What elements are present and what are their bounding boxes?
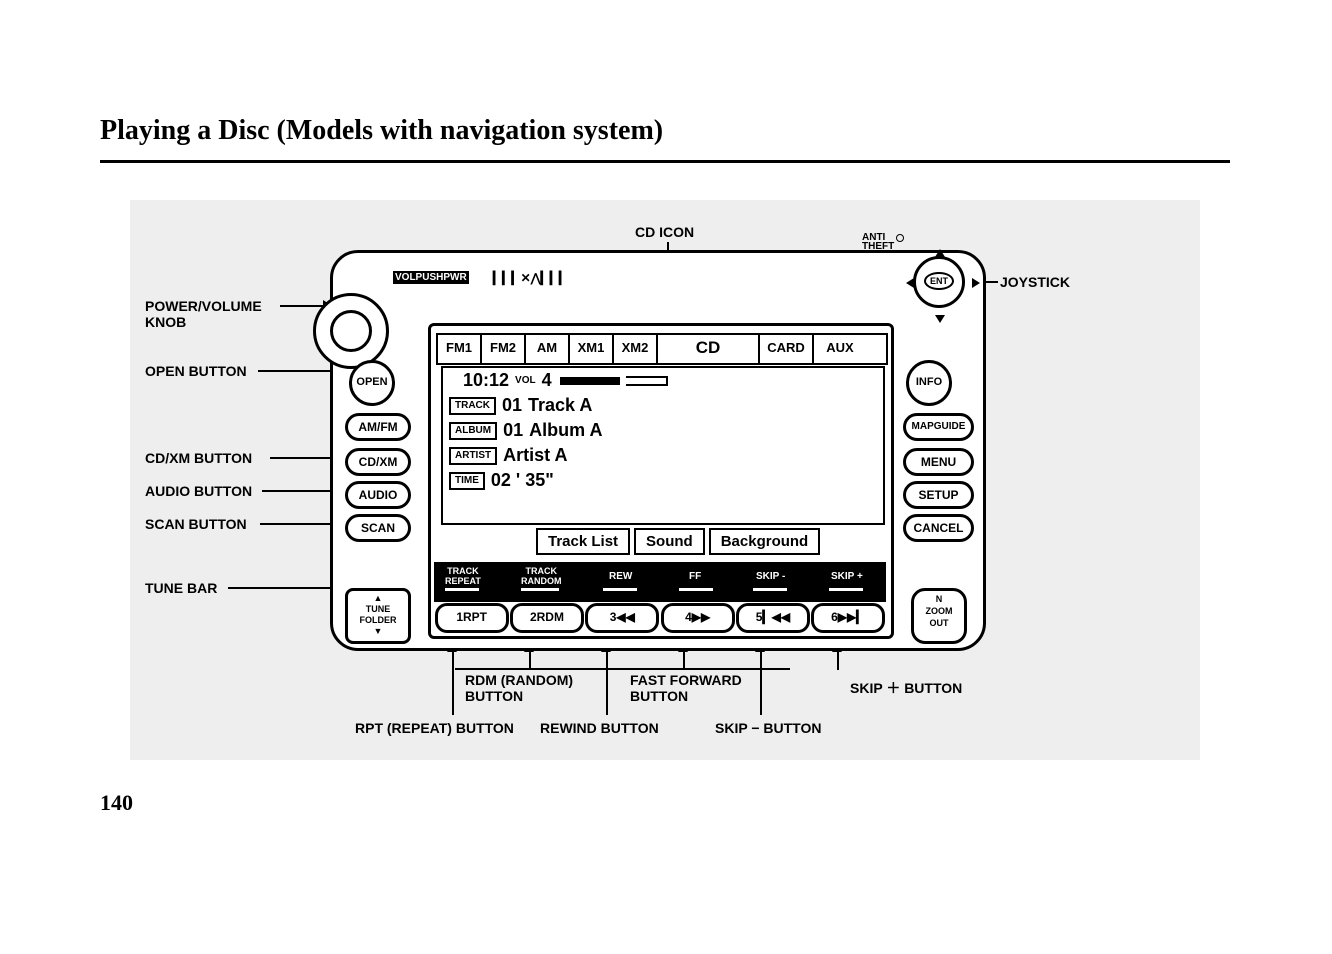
track-tag: TRACK [449,397,496,415]
tab-xm2[interactable]: XM2 [614,335,658,363]
callout-tune-bar: TUNE BAR [145,580,217,596]
tab-am[interactable]: AM [526,335,570,363]
audio-button[interactable]: AUDIO [345,481,411,509]
diagram: CD ICON POWER/VOLUME KNOB OPEN BUTTON CD… [130,200,1200,760]
screen-bottom-tabs: Track List Sound Background [536,528,820,555]
tracklist-button[interactable]: Track List [536,528,630,555]
label-ff: FF [689,571,701,582]
vol-push-pwr-label: VOLPUSHPWR [393,271,469,284]
callout-rdm: RDM (RANDOM) BUTTON [465,672,573,704]
tune-folder-bar[interactable]: ▲ TUNE FOLDER ▼ [345,588,411,644]
display-screen: FM1 FM2 AM XM1 XM2 CD CARD AUX 10:12 VOL… [428,323,894,639]
anti-theft-led [896,234,904,242]
joystick-ent[interactable]: ENT [913,256,965,308]
label-skip-minus: SKIP - [756,571,785,582]
vol-value: 4 [542,370,552,391]
page-title: Playing a Disc (Models with navigation s… [100,115,663,147]
tab-xm1[interactable]: XM1 [570,335,614,363]
tab-cd[interactable]: CD [658,335,760,363]
callout-scan: SCAN BUTTON [145,516,247,532]
track-num: 01 [502,395,522,416]
label-skip-plus: SKIP + [831,571,863,582]
tab-aux[interactable]: AUX [814,335,866,363]
head-unit: VOLPUSHPWR ▎▎▎✕⋀▎▎▎ OPEN AM/FM CD/XM AUD… [330,250,986,651]
callout-open: OPEN BUTTON [145,363,247,379]
tab-fm2[interactable]: FM2 [482,335,526,363]
page-number: 140 [100,790,133,816]
album-num: 01 [503,420,523,441]
track-info-panel: 10:12 VOL 4 TRACK 01 Track A ALBUM 01 Al… [441,366,885,525]
artist-name: Artist A [503,445,567,466]
background-button[interactable]: Background [709,528,821,555]
callout-audio: AUDIO BUTTON [145,483,252,499]
source-tabs: FM1 FM2 AM XM1 XM2 CD CARD AUX [436,333,888,365]
zoom-button[interactable]: N ZOOM OUT [911,588,967,644]
time-value: 02 ' 35" [491,470,554,491]
preset-4-ff[interactable]: 4▶▶ [661,603,735,633]
callout-rpt: RPT (REPEAT) BUTTON [355,720,514,736]
anti-theft-label: ANTI THEFT [862,233,894,251]
sound-button[interactable]: Sound [634,528,705,555]
callout-rewind: REWIND BUTTON [540,720,659,736]
preset-1-rpt[interactable]: 1RPT [435,603,509,633]
menu-button[interactable]: MENU [903,448,974,476]
preset-2-rdm[interactable]: 2RDM [510,603,584,633]
artist-tag: ARTIST [449,447,497,465]
track-name: Track A [528,395,592,416]
callout-cdxm: CD/XM BUTTON [145,450,252,466]
cdxm-button[interactable]: CD/XM [345,448,411,476]
preset-5-skip-back[interactable]: 5▎◀◀ [736,603,810,633]
callout-cd-icon: CD ICON [635,224,694,240]
setup-button[interactable]: SETUP [903,481,974,509]
amfm-button[interactable]: AM/FM [345,413,411,441]
tab-card[interactable]: CARD [760,335,814,363]
callout-skip-plus: SKIP ＋ BUTTON [850,678,962,698]
album-name: Album A [529,420,602,441]
label-rew: REW [609,571,632,582]
callout-power-volume: POWER/VOLUME KNOB [145,298,262,330]
mapguide-button[interactable]: MAPGUIDE [903,413,974,441]
volume-knob[interactable] [313,293,389,369]
label-track-repeat: TRACK REPEAT [445,566,481,586]
scan-button[interactable]: SCAN [345,514,411,542]
info-button[interactable]: INFO [906,360,952,406]
preset-6-skip-fwd[interactable]: 6▶▶▎ [811,603,885,633]
label-track-random: TRACK RANDOM [521,566,562,586]
callout-ff: FAST FORWARD BUTTON [630,672,742,704]
clock-value: 10:12 [463,370,509,391]
album-tag: ALBUM [449,422,497,440]
open-button[interactable]: OPEN [349,360,395,406]
horizontal-rule [100,160,1230,163]
time-tag: TIME [449,472,485,490]
cancel-button[interactable]: CANCEL [903,514,974,542]
callout-skip-minus: SKIP − BUTTON [715,720,821,736]
tab-fm1[interactable]: FM1 [438,335,482,363]
vol-label: VOL [515,375,536,386]
preset-3-rew[interactable]: 3◀◀ [585,603,659,633]
callout-joystick: JOYSTICK [1000,274,1070,290]
